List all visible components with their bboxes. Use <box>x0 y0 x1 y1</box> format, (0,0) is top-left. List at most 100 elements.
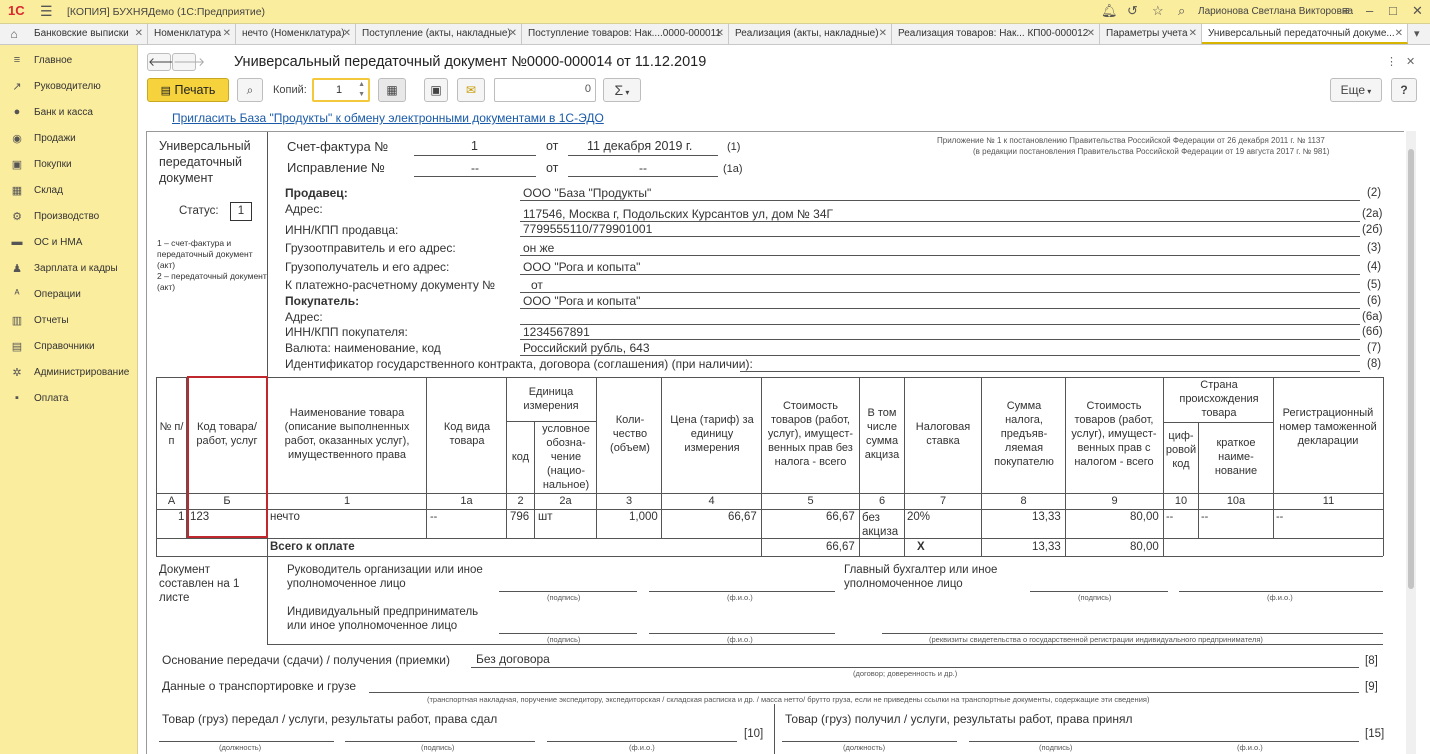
sidebar-item-payment[interactable]: ▪ Оплата <box>0 389 138 409</box>
back-button[interactable]: 🡐 <box>147 53 180 71</box>
search-icon[interactable]: ⌕ <box>1178 3 1185 19</box>
header-unit: Единица измерения <box>523 386 579 412</box>
field-code: (3) <box>1367 242 1382 254</box>
sidebar-item-production[interactable]: ⚙ Производство <box>0 207 138 227</box>
sign-caption: (подпись) <box>1078 593 1112 602</box>
invoice-date: 11 декабря 2019 г. <box>587 139 693 153</box>
field-label: Валюта: наименование, код <box>285 341 441 355</box>
email-button[interactable]: ✉ <box>457 78 485 102</box>
sidebar-item-purchases[interactable]: ▣ Покупки <box>0 155 138 175</box>
sidebar-item-sales[interactable]: ◉ Продажи <box>0 129 138 149</box>
header-excise: В том числе сумма акциза <box>864 407 900 461</box>
sum-value: 0 <box>584 83 591 95</box>
tab-receipts[interactable]: Поступление (акты, накладные) ✕ <box>356 24 522 44</box>
more-menu-icon[interactable]: ⋮ <box>1386 55 1397 68</box>
star-icon[interactable]: ☆ <box>1152 3 1164 19</box>
tab-accounting-params[interactable]: Параметры учета ✕ <box>1100 24 1202 44</box>
copies-stepper-icon[interactable]: ▲ ▼ <box>358 80 365 100</box>
colnum: 10 <box>1174 495 1188 507</box>
field-line <box>520 308 1360 309</box>
close-tab-icon[interactable]: ✕ <box>716 24 724 44</box>
form-header: 🡐 🡒 Универсальный передаточный документ … <box>138 45 1430 105</box>
maximize-icon[interactable]: □ <box>1389 3 1397 18</box>
close-tab-icon[interactable]: ✕ <box>1087 24 1095 44</box>
print-label: Печать <box>174 83 216 97</box>
home-icon[interactable]: ⌂ <box>0 24 28 44</box>
sidebar-item-warehouse[interactable]: ▦ Склад <box>0 181 138 201</box>
invoice-code: (1) <box>727 141 741 153</box>
history-icon[interactable]: ↺ <box>1127 3 1138 19</box>
minimize-icon[interactable]: – <box>1366 3 1373 18</box>
tab-label: Реализация товаров: Нак... КП00-000012 <box>898 28 1089 39</box>
got-fio-line <box>1147 741 1359 742</box>
colnum: 5 <box>807 495 814 507</box>
payment-icon: ▪ <box>15 392 19 404</box>
save-button[interactable]: ▣ <box>424 78 448 102</box>
vertical-scrollbar[interactable] <box>1406 131 1416 754</box>
tab-nomenclature[interactable]: Номенклатура ✕ <box>148 24 236 44</box>
table-border-total <box>156 538 1383 539</box>
more-button[interactable]: Еще ▾ <box>1330 78 1382 102</box>
gave-got-divider <box>774 704 775 754</box>
forward-button[interactable]: 🡒 <box>172 53 205 71</box>
sidebar-item-assets[interactable]: ▬ ОС и НМА <box>0 233 138 253</box>
sidebar-item-label: Администрирование <box>34 367 130 378</box>
settings-icon[interactable]: ≡ <box>1342 3 1350 18</box>
fio-caption: (ф.и.о.) <box>629 743 655 752</box>
edit-mode-button[interactable]: ▦ <box>378 78 406 102</box>
sidebar-item-catalogs[interactable]: ▤ Справочники <box>0 337 138 357</box>
chart-icon: ↗ <box>12 81 22 93</box>
magnifier-icon: ⌕ <box>246 83 254 97</box>
invite-edo-link[interactable]: Пригласить База "Продукты" к обмену элек… <box>172 111 604 125</box>
close-window-icon[interactable]: ✕ <box>1412 3 1423 19</box>
field-value: ООО "База "Продукты" <box>523 186 652 200</box>
copies-input[interactable]: 1 ▲ ▼ <box>312 78 370 102</box>
close-tab-icon[interactable]: ✕ <box>343 24 351 44</box>
tab-label: Универсальный передаточный докуме... <box>1208 28 1395 39</box>
tab-sales[interactable]: Реализация (акты, накладные) ✕ <box>729 24 892 44</box>
user-name[interactable]: Ларионова Светлана Викторовна <box>1198 6 1353 17</box>
header-cost-tax: Стоимость товаров (работ, услуг), имущес… <box>1071 400 1157 468</box>
close-form-icon[interactable]: ✕ <box>1406 55 1415 68</box>
basis-code: [8] <box>1365 655 1378 667</box>
sum-field[interactable]: 0 <box>494 78 596 102</box>
field-line <box>520 200 1360 201</box>
close-tab-icon[interactable]: ✕ <box>135 24 143 44</box>
close-tab-icon[interactable]: ✕ <box>1395 24 1403 42</box>
fio-caption: (ф.и.о.) <box>1237 743 1263 752</box>
invoice-number-line <box>414 155 536 156</box>
close-tab-icon[interactable]: ✕ <box>509 24 517 44</box>
sidebar-item-main[interactable]: ≡ Главное <box>0 51 138 71</box>
header-country-code: циф-ровой код <box>1165 430 1197 470</box>
sidebar-item-salary[interactable]: ♟ Зарплата и кадры <box>0 259 138 279</box>
tab-upd[interactable]: Универсальный передаточный докуме... ✕ <box>1202 24 1408 44</box>
preview-button[interactable]: ⌕ <box>237 78 263 102</box>
sidebar-item-bank[interactable]: ● Банк и касса <box>0 103 138 123</box>
person-icon: ♟ <box>12 263 22 275</box>
bell-icon[interactable]: 🔔︎ <box>1101 3 1118 19</box>
sidebar-item-reports[interactable]: ▥ Отчеты <box>0 311 138 331</box>
tab-sales-doc[interactable]: Реализация товаров: Нак... КП00-000012 ✕ <box>892 24 1100 44</box>
tab-bank-statements[interactable]: Банковские выписки ✕ <box>28 24 148 44</box>
cell-cost-tax: 80,00 <box>1130 511 1159 523</box>
sidebar-item-admin[interactable]: ✲ Администрирование <box>0 363 138 383</box>
composed-note: Документ составлен на 1 листе <box>159 564 240 604</box>
close-tab-icon[interactable]: ✕ <box>223 24 231 44</box>
close-tab-icon[interactable]: ✕ <box>879 24 887 44</box>
field-value: ООО "Рога и копыта" <box>523 260 641 274</box>
sidebar-item-manager[interactable]: ↗ Руководителю <box>0 77 138 97</box>
tab-nomenclature-item[interactable]: нечто (Номенклатура) ✕ <box>236 24 356 44</box>
scrollbar-thumb[interactable] <box>1408 149 1414 589</box>
colnum: 1 <box>343 495 351 507</box>
header-cost-no-tax: Стоимость товаров (работ, услуг), имущес… <box>767 400 854 468</box>
help-button[interactable]: ? <box>1391 78 1417 102</box>
tab-receipt-doc[interactable]: Поступление товаров: Нак....0000-000011 ✕ <box>522 24 729 44</box>
print-button[interactable]: ▤ Печать <box>147 78 229 102</box>
close-tab-icon[interactable]: ✕ <box>1189 24 1197 44</box>
coins-icon: ● <box>13 106 21 118</box>
header-tax: Сумма налога, предъяв-ляемая покупателю <box>994 400 1054 468</box>
sidebar-item-operations[interactable]: ᴬ Операции <box>0 285 138 305</box>
main-menu-icon[interactable]: ☰ <box>40 3 53 20</box>
tabs-dropdown-icon[interactable]: ▾ <box>1414 27 1420 40</box>
sum-mode-button[interactable]: Σ ▾ <box>603 78 641 102</box>
